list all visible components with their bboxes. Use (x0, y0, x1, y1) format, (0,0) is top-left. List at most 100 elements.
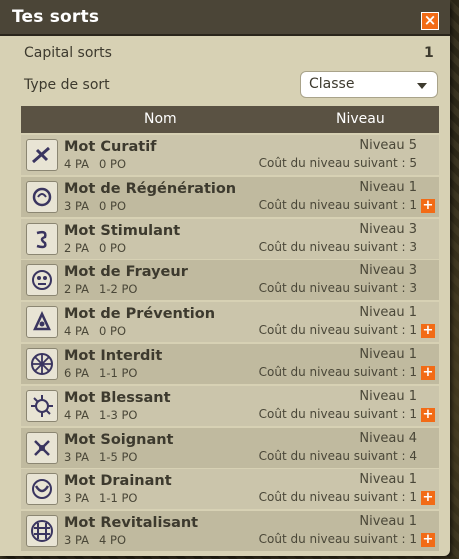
spell-row[interactable]: Mot Soignant 3 PA 1-5 PO Niveau 4 Coût du… (21, 427, 439, 468)
spell-name: Mot Revitalisant (64, 515, 199, 532)
spell-po: 1-3 PO (99, 407, 138, 422)
spell-meta: 3 PA 1-5 PO (64, 450, 137, 464)
healing-icon[interactable] (26, 431, 58, 464)
spell-row[interactable]: Mot Interdit 6 PA 1-1 PO Niveau 1 Coût du… (21, 343, 439, 384)
spell-level: Niveau 3 (359, 221, 417, 237)
spell-next-cost: Coût du niveau suivant : 1 (258, 406, 417, 421)
spell-meta: 2 PA 0 PO (64, 241, 126, 255)
spell-level: Niveau 1 (359, 472, 417, 488)
forbidden-icon[interactable] (26, 347, 58, 380)
spell-list: Mot Curatif 4 PA 0 PO Niveau 5 Coût du ni… (21, 135, 439, 553)
wounding-icon[interactable] (26, 389, 58, 422)
spell-next-cost: Coût du niveau suivant : 1 (258, 532, 417, 547)
upgrade-button[interactable]: + (421, 364, 435, 380)
spell-po: 0 PO (99, 157, 127, 171)
table-header: Nom Niveau (21, 106, 439, 133)
plus-icon: + (422, 364, 434, 380)
spell-next-cost: Coût du niveau suivant : 4 (258, 448, 417, 463)
spell-level: Niveau 3 (359, 263, 417, 279)
spell-pa: 4 PA (64, 157, 90, 171)
regeneration-icon[interactable] (26, 180, 58, 213)
spell-row[interactable]: Mot Stimulant 2 PA 0 PO Niveau 3 Coût du … (21, 218, 439, 259)
upgrade-button[interactable]: + (421, 406, 435, 422)
spells-window: Tes sorts × Capital sorts 1 Type de sort… (0, 0, 450, 556)
spell-pa: 4 PA (64, 407, 90, 422)
spell-type-select[interactable]: Classe (300, 71, 438, 98)
capital-label: Capital sorts (24, 45, 112, 61)
column-header-name[interactable]: Nom (144, 111, 177, 127)
spell-next-cost: Coût du niveau suivant : 1 (258, 197, 417, 212)
stimulant-icon[interactable] (26, 222, 58, 255)
spell-po: 1-5 PO (99, 449, 138, 464)
window-title: Tes sorts (12, 7, 100, 27)
spell-po: 0 PO (99, 324, 127, 339)
spell-pa: 3 PA (64, 491, 90, 506)
spell-level: Niveau 1 (359, 514, 417, 530)
spell-meta: 3 PA 4 PO (64, 533, 126, 547)
spell-po: 1-1 PO (99, 365, 138, 380)
spell-next-cost: Coût du niveau suivant : 5 (258, 156, 417, 170)
spell-name: Mot Curatif (64, 139, 157, 155)
spell-type-selected: Classe (309, 76, 355, 92)
spell-level: Niveau 4 (359, 430, 417, 446)
spell-pa: 3 PA (64, 533, 90, 548)
curative-icon[interactable] (26, 139, 58, 171)
spell-row[interactable]: Mot Curatif 4 PA 0 PO Niveau 5 Coût du ni… (21, 135, 439, 175)
chevron-down-icon (417, 83, 427, 89)
plus-icon: + (422, 197, 434, 213)
spell-name: Mot Drainant (64, 473, 172, 490)
spell-meta: 4 PA 0 PO (64, 157, 126, 171)
close-button[interactable]: × (421, 12, 439, 30)
spell-name: Mot Interdit (64, 347, 163, 364)
spell-level: Niveau 1 (359, 179, 417, 195)
revitalizing-icon[interactable] (26, 515, 58, 548)
plus-icon: + (422, 323, 434, 339)
spell-name: Mot Stimulant (64, 222, 181, 239)
spell-row[interactable]: Mot Drainant 3 PA 1-1 PO Niveau 1 Coût du… (21, 469, 439, 510)
spell-po: 1-2 PO (99, 282, 138, 297)
spell-meta: 3 PA 0 PO (64, 199, 126, 213)
spell-next-cost: Coût du niveau suivant : 1 (258, 323, 417, 338)
spell-level: Niveau 5 (359, 138, 417, 153)
column-header-level[interactable]: Niveau (336, 111, 385, 127)
spell-level: Niveau 1 (359, 305, 417, 321)
spell-name: Mot Soignant (64, 431, 174, 448)
spell-meta: 4 PA 0 PO (64, 324, 126, 338)
spell-row[interactable]: Mot Revitalisant 3 PA 4 PO Niveau 1 Coût … (21, 511, 439, 552)
spell-name: Mot de Prévention (64, 306, 216, 323)
spell-name: Mot Blessant (64, 389, 171, 406)
spell-po: 4 PO (99, 533, 127, 548)
draining-icon[interactable] (26, 473, 58, 506)
spell-meta: 4 PA 1-3 PO (64, 408, 137, 422)
spell-meta: 2 PA 1-2 PO (64, 282, 137, 296)
spell-next-cost: Coût du niveau suivant : 1 (258, 364, 417, 379)
close-icon: × (423, 11, 437, 29)
spell-level: Niveau 1 (359, 346, 417, 362)
fear-icon[interactable] (26, 264, 58, 297)
spell-pa: 2 PA (64, 240, 90, 255)
upgrade-button[interactable]: + (421, 533, 435, 548)
spell-row[interactable]: Mot Blessant 4 PA 1-3 PO Niveau 1 Coût du… (21, 385, 439, 426)
prevention-icon[interactable] (26, 306, 58, 339)
spell-type-label: Type de sort (24, 77, 110, 93)
spell-pa: 2 PA (64, 282, 90, 297)
spell-po: 1-1 PO (99, 491, 138, 506)
spell-pa: 3 PA (64, 198, 90, 213)
spell-pa: 4 PA (64, 324, 90, 339)
plus-icon: + (422, 406, 434, 422)
capital-value: 1 (424, 45, 434, 61)
spell-meta: 3 PA 1-1 PO (64, 491, 137, 505)
spell-level: Niveau 1 (359, 388, 417, 404)
spell-row[interactable]: Mot de Prévention 4 PA 0 PO Niveau 1 Coût… (21, 302, 439, 343)
spell-row[interactable]: Mot de Frayeur 2 PA 1-2 PO Niveau 3 Coût … (21, 260, 439, 301)
spell-pa: 6 PA (64, 365, 90, 380)
upgrade-button[interactable]: + (421, 491, 435, 506)
spell-row[interactable]: Mot de Régénération 3 PA 0 PO Niveau 1 Co… (21, 176, 439, 217)
spell-name: Mot de Frayeur (64, 264, 188, 281)
upgrade-button[interactable]: + (421, 323, 435, 339)
spell-next-cost: Coût du niveau suivant : 3 (258, 281, 417, 296)
upgrade-button[interactable]: + (421, 197, 435, 213)
title-bar[interactable]: Tes sorts × (0, 0, 450, 36)
spell-po: 0 PO (99, 240, 127, 255)
spell-next-cost: Coût du niveau suivant : 1 (258, 490, 417, 505)
